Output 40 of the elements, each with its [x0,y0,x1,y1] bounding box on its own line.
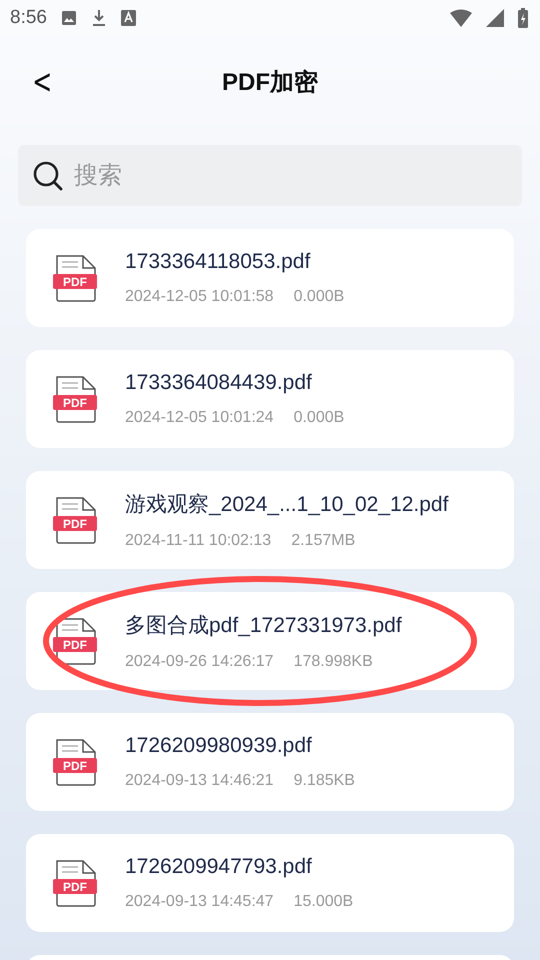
file-name: 多图合成pdf_1727331973.pdf [125,613,402,639]
file-size: 0.000B [294,288,344,306]
file-date: 2024-09-26 14:26:17 [125,653,274,671]
file-size: 15.000B [294,893,354,911]
file-name: 游戏观察_2024_...1_10_02_12.pdf [125,492,448,518]
file-size: 178.998KB [294,653,373,671]
image-icon [60,10,77,26]
signal-icon [486,9,504,27]
file-date: 2024-12-05 10:01:58 [125,288,274,306]
search-icon [32,160,64,192]
file-item[interactable]: PDF 多图合成pdf_1727331973.pdf 2024-09-26 14:26:17 178.998KB [26,592,514,690]
file-item[interactable]: PDF 1726209947793.pdf 2024-09-13 14:45:47 15.000B [26,834,514,932]
pdf-file-icon: PDF [53,738,99,786]
page-title: PDF加密 [222,68,318,98]
download-icon [90,9,107,27]
file-size: 9.185KB [294,772,355,790]
font-icon [120,10,136,26]
file-item[interactable]: PDF 1726209980939.pdf 2024-09-13 14:46:21 9.185KB [26,713,514,811]
back-button[interactable]: < [28,62,56,102]
file-size: 0.000B [294,409,344,427]
file-date: 2024-09-13 14:46:21 [125,772,274,790]
file-name: 1726209947793.pdf [125,855,313,879]
file-date: 2024-09-13 14:45:47 [125,893,274,911]
pdf-file-icon: PDF [53,254,99,302]
file-name: 1733364118053.pdf [125,250,312,274]
battery-icon [518,8,528,28]
pdf-file-icon: PDF [53,496,99,544]
file-date: 2024-11-11 10:02:13 [125,532,272,550]
file-date: 2024-12-05 10:01:24 [125,409,274,427]
pdf-file-icon: PDF [53,375,99,423]
file-item[interactable]: PDF 1733364084439.pdf 2024-12-05 10:01:24 0.000B [26,350,514,448]
status-time: 8:56 [10,7,47,29]
file-item[interactable]: PDF 游戏观察_2024_...1_10_02_12.pdf 2024-11-11 10:02:13 2.157MB [26,471,514,569]
file-size: 2.157MB [291,532,356,550]
file-item[interactable]: PDF 1733364118053.pdf 2024-12-05 10:01:58 0.000B [26,229,514,327]
file-name: 1726209980939.pdf [125,734,313,758]
pdf-file-icon: PDF [53,617,99,665]
pdf-file-icon: PDF [53,859,99,907]
file-name: 1733364084439.pdf [125,371,313,395]
wifi-icon [450,9,472,27]
